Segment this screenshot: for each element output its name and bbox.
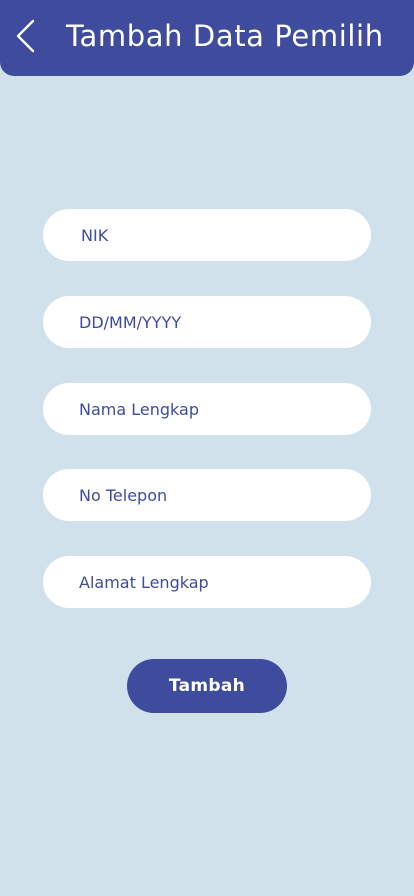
back-button[interactable] (8, 14, 44, 58)
nik-input[interactable] (43, 209, 371, 261)
full-name-input[interactable] (43, 383, 371, 435)
nik-field (43, 209, 371, 261)
chevron-left-icon (16, 19, 35, 53)
page-title: Tambah Data Pemilih (66, 19, 384, 53)
address-field (43, 556, 371, 608)
address-input[interactable] (43, 556, 371, 608)
birth-date-field (43, 296, 371, 348)
app-header: Tambah Data Pemilih (0, 0, 414, 76)
full-name-field (43, 383, 371, 435)
add-button[interactable]: Tambah (127, 659, 287, 713)
phone-field (43, 469, 371, 521)
phone-input[interactable] (43, 469, 371, 521)
birth-date-input[interactable] (43, 296, 371, 348)
